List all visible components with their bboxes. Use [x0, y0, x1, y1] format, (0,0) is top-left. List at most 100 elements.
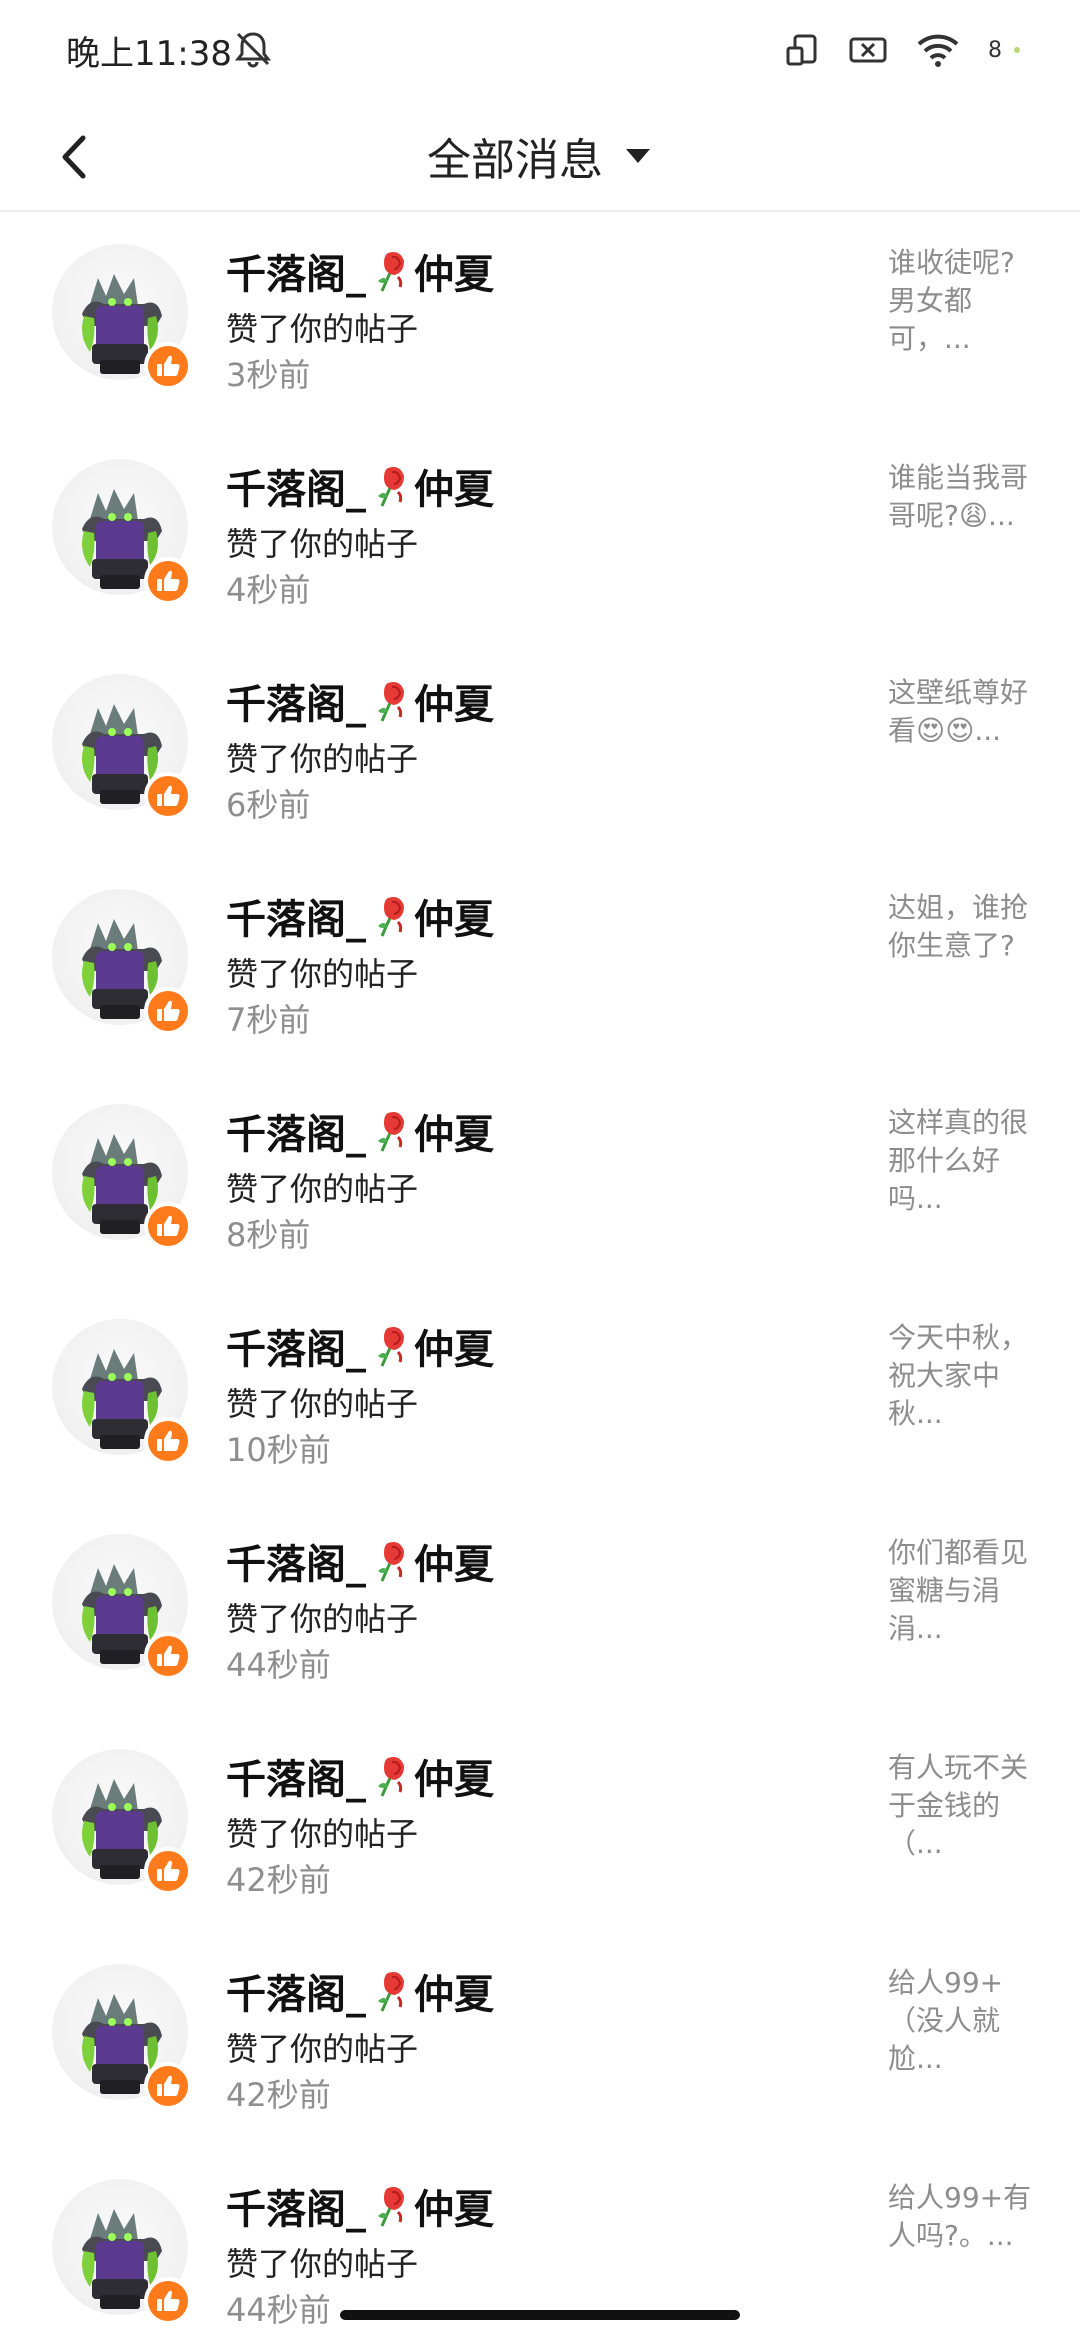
notification-time: 10秒前 — [226, 1431, 331, 1469]
sender-name[interactable]: 千落阁_ 仲夏 — [226, 1962, 494, 2020]
sender-name-prefix: 千落阁_ — [226, 897, 366, 943]
notification-item[interactable]: 千落阁_ 仲夏 赞了你的帖子 6秒前 这壁纸尊好看😍😍... — [0, 644, 1080, 859]
notification-time: 42秒前 — [226, 2076, 331, 2114]
notification-action: 赞了你的帖子 — [226, 1385, 419, 1423]
thumbs-up-icon — [157, 1000, 180, 1021]
sender-name[interactable]: 千落阁_ 仲夏 — [226, 672, 494, 730]
notification-item[interactable]: 千落阁_ 仲夏 赞了你的帖子 7秒前 达姐，谁抢你生意了? — [0, 859, 1080, 1074]
notification-item[interactable]: 千落阁_ 仲夏 赞了你的帖子 42秒前 有人玩不关于金钱的（... — [0, 1719, 1080, 1934]
sender-name-suffix: 仲夏 — [414, 467, 494, 513]
post-preview[interactable]: 给人99+有人吗?。... — [888, 2179, 1038, 2255]
notification-item[interactable]: 千落阁_ 仲夏 赞了你的帖子 44秒前 你们都看见蜜糖与涓涓... — [0, 1504, 1080, 1719]
wilted-rose-icon — [368, 1967, 412, 2015]
post-preview[interactable]: 谁收徒呢?男女都可，... — [888, 244, 1038, 358]
sender-name-prefix: 千落阁_ — [226, 1327, 366, 1373]
sender-name[interactable]: 千落阁_ 仲夏 — [226, 457, 494, 515]
notification-action: 赞了你的帖子 — [226, 955, 419, 993]
notification-action: 赞了你的帖子 — [226, 1600, 419, 1638]
sender-name[interactable]: 千落阁_ 仲夏 — [226, 1532, 494, 1590]
sender-name-prefix: 千落阁_ — [226, 2187, 366, 2233]
sender-name-suffix: 仲夏 — [414, 682, 494, 728]
wifi-icon — [916, 32, 960, 68]
wilted-rose-icon — [368, 462, 412, 510]
post-preview[interactable]: 你们都看见蜜糖与涓涓... — [888, 1534, 1038, 1648]
notification-item[interactable]: 千落阁_ 仲夏 赞了你的帖子 8秒前 这样真的很那什么好吗... — [0, 1074, 1080, 1289]
notification-time: 44秒前 — [226, 2291, 331, 2329]
status-time: 晚上11:38 — [66, 34, 232, 74]
like-badge — [144, 1417, 192, 1465]
like-badge — [144, 772, 192, 820]
sender-name-prefix: 千落阁_ — [226, 1757, 366, 1803]
like-badge — [144, 2062, 192, 2110]
notification-action: 赞了你的帖子 — [226, 1170, 419, 1208]
notification-action: 赞了你的帖子 — [226, 2245, 419, 2283]
post-preview[interactable]: 达姐，谁抢你生意了? — [888, 889, 1038, 965]
like-badge — [144, 2277, 192, 2325]
wilted-rose-icon — [368, 892, 412, 940]
thumbs-up-icon — [157, 1860, 180, 1881]
sender-name-suffix: 仲夏 — [414, 1972, 494, 2018]
sender-name[interactable]: 千落阁_ 仲夏 — [226, 242, 494, 300]
like-badge — [144, 342, 192, 390]
thumbs-up-icon — [157, 355, 180, 376]
status-right: 8 — [784, 28, 1020, 72]
notification-time: 6秒前 — [226, 786, 311, 824]
wilted-rose-icon — [368, 677, 412, 725]
sender-name-suffix: 仲夏 — [414, 252, 494, 298]
sender-name[interactable]: 千落阁_ 仲夏 — [226, 1317, 494, 1375]
like-badge — [144, 1847, 192, 1895]
sender-name-suffix: 仲夏 — [414, 1757, 494, 1803]
sender-name-suffix: 仲夏 — [414, 2187, 494, 2233]
sender-name-prefix: 千落阁_ — [226, 1112, 366, 1158]
wilted-rose-icon — [368, 1322, 412, 1370]
post-preview[interactable]: 这壁纸尊好看😍😍... — [888, 674, 1038, 750]
sender-name-prefix: 千落阁_ — [226, 682, 366, 728]
page-title: 全部消息 — [427, 135, 603, 186]
title-dropdown[interactable]: 全部消息 — [0, 100, 1080, 212]
post-preview[interactable]: 给人99+（没人就尬... — [888, 1964, 1038, 2078]
screen: 晚上11:38 8 全部消息 千落阁_ 仲夏 赞了你的帖子 3秒前 谁收徒呢?男… — [0, 0, 1080, 2340]
thumbs-up-icon — [157, 1645, 180, 1666]
thumbs-up-icon — [157, 2290, 180, 2311]
post-preview[interactable]: 这样真的很那什么好吗... — [888, 1104, 1038, 1218]
wilted-rose-icon — [368, 1107, 412, 1155]
sender-name[interactable]: 千落阁_ 仲夏 — [226, 1102, 494, 1160]
notification-item[interactable]: 千落阁_ 仲夏 赞了你的帖子 10秒前 今天中秋，祝大家中秋... — [0, 1289, 1080, 1504]
like-badge — [144, 1202, 192, 1250]
sender-name[interactable]: 千落阁_ 仲夏 — [226, 1747, 494, 1805]
thumbs-up-icon — [157, 2075, 180, 2096]
notification-action: 赞了你的帖子 — [226, 1815, 419, 1853]
like-badge — [144, 557, 192, 605]
battery-icon — [1014, 47, 1020, 53]
sender-name-suffix: 仲夏 — [414, 1542, 494, 1588]
status-bar: 晚上11:38 8 — [0, 0, 1080, 100]
rotate-icon — [784, 32, 820, 68]
notification-item[interactable]: 千落阁_ 仲夏 赞了你的帖子 3秒前 谁收徒呢?男女都可，... — [0, 214, 1080, 429]
post-preview[interactable]: 今天中秋，祝大家中秋... — [888, 1319, 1038, 1433]
sender-name-prefix: 千落阁_ — [226, 1542, 366, 1588]
notification-action: 赞了你的帖子 — [226, 525, 419, 563]
notification-item[interactable]: 千落阁_ 仲夏 赞了你的帖子 4秒前 谁能当我哥哥呢?😩... — [0, 429, 1080, 644]
notification-item[interactable]: 千落阁_ 仲夏 赞了你的帖子 42秒前 给人99+（没人就尬... — [0, 1934, 1080, 2149]
sim-off-icon — [848, 34, 888, 66]
sender-name-suffix: 仲夏 — [414, 897, 494, 943]
caret-down-icon — [623, 141, 653, 171]
thumbs-up-icon — [157, 570, 180, 591]
wilted-rose-icon — [368, 1752, 412, 1800]
notification-time: 42秒前 — [226, 1861, 331, 1899]
home-indicator[interactable] — [340, 2310, 740, 2320]
post-preview[interactable]: 有人玩不关于金钱的（... — [888, 1749, 1038, 1863]
sender-name-prefix: 千落阁_ — [226, 1972, 366, 2018]
notification-time: 8秒前 — [226, 1216, 311, 1254]
like-badge — [144, 987, 192, 1035]
sender-name-suffix: 仲夏 — [414, 1112, 494, 1158]
notification-time: 7秒前 — [226, 1001, 311, 1039]
notification-list: 千落阁_ 仲夏 赞了你的帖子 3秒前 谁收徒呢?男女都可，... 千落阁_ 仲夏… — [0, 214, 1080, 2340]
notification-time: 3秒前 — [226, 356, 311, 394]
thumbs-up-icon — [157, 785, 180, 806]
header: 全部消息 — [0, 100, 1080, 212]
thumbs-up-icon — [157, 1430, 180, 1451]
sender-name[interactable]: 千落阁_ 仲夏 — [226, 887, 494, 945]
sender-name[interactable]: 千落阁_ 仲夏 — [226, 2177, 494, 2235]
post-preview[interactable]: 谁能当我哥哥呢?😩... — [888, 459, 1038, 535]
